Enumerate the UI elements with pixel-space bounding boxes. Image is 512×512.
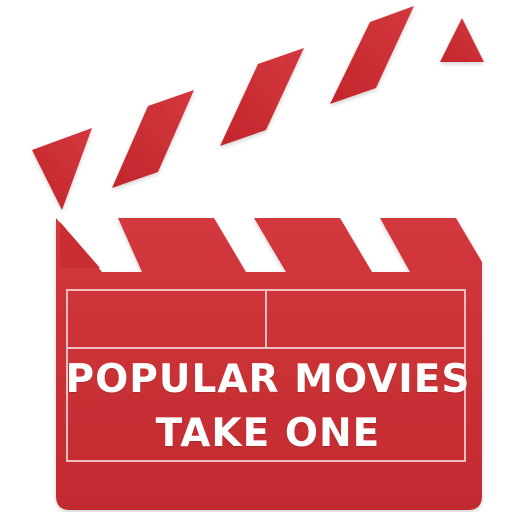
arm-segment: [32, 128, 92, 210]
slate-title-line-2: TAKE ONE: [155, 411, 381, 456]
slate-title-line-1: POPULAR MOVIES: [65, 357, 471, 402]
arm-segment: [112, 90, 194, 188]
arm-segment: [220, 48, 304, 146]
arm-segment: [440, 18, 484, 62]
arm-segment: [330, 6, 414, 104]
clapper-arm: [32, 6, 484, 210]
slate-stripe-band: [60, 222, 100, 268]
clapperboard-logo: POPULAR MOVIES TAKE ONE: [0, 0, 512, 512]
